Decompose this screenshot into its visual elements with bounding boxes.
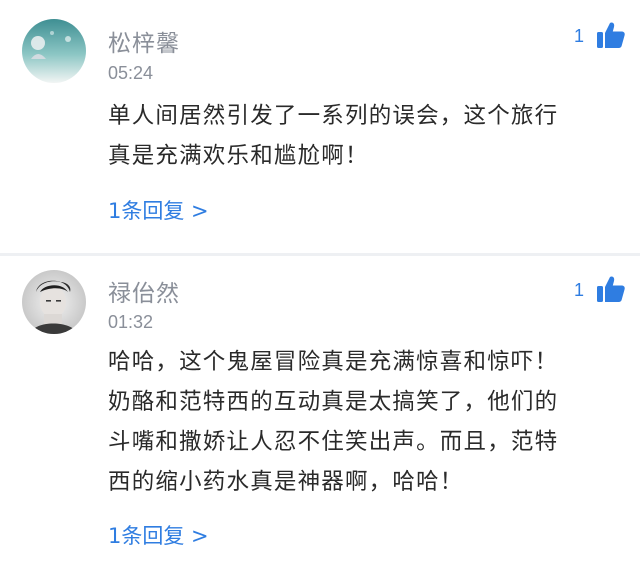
avatar[interactable] — [22, 19, 86, 83]
like-group[interactable]: 1 — [574, 274, 626, 304]
comment-body-line: 奶酪和范特西的互动真是太搞笑了，他们的 — [108, 389, 559, 415]
avatar-image — [22, 270, 86, 334]
timestamp: 01:32 — [108, 312, 154, 332]
comment-body: 哈哈，这个鬼屋冒险真是充满惊喜和惊吓！ 奶酪和范特西的互动真是太搞笑了，他们的 … — [108, 342, 608, 502]
like-count: 1 — [573, 279, 584, 300]
view-replies-link[interactable]: 1条回复 > — [108, 520, 209, 550]
thumbs-up-icon[interactable] — [596, 274, 626, 304]
comment-body-line: 西的缩小药水真是神器啊，哈哈！ — [108, 469, 464, 495]
username[interactable]: 禄佁然 — [108, 274, 180, 308]
comment-body-line: 真是充满欢乐和尴尬啊！ — [108, 143, 369, 169]
comment-body-line: 哈哈，这个鬼屋冒险真是充满惊喜和惊吓！ — [108, 349, 559, 375]
avatar-image — [22, 19, 86, 83]
comment-body-line: 斗嘴和撒娇让人忍不住笑出声。而且，范特 — [108, 429, 559, 455]
comment-body-line: 单人间居然引发了一系列的误会，这个旅行 — [108, 103, 559, 129]
like-count: 1 — [573, 25, 584, 46]
comment-item: 松梓馨 05:24 1 单人间居然引发了一系列的误会，这个旅行 真是充满欢乐和尴… — [0, 0, 640, 256]
thumbs-up-icon[interactable] — [596, 20, 626, 50]
view-replies-link[interactable]: 1条回复 > — [108, 195, 209, 225]
username[interactable]: 松梓馨 — [108, 24, 180, 58]
avatar[interactable] — [22, 270, 86, 334]
comment-body: 单人间居然引发了一系列的误会，这个旅行 真是充满欢乐和尴尬啊！ — [108, 96, 608, 176]
comment-item: 禄佁然 01:32 1 哈哈，这个鬼屋冒险真是充满惊喜和惊吓！ 奶酪和范特西的互… — [0, 256, 640, 570]
like-group[interactable]: 1 — [574, 20, 626, 50]
timestamp: 05:24 — [108, 63, 154, 83]
